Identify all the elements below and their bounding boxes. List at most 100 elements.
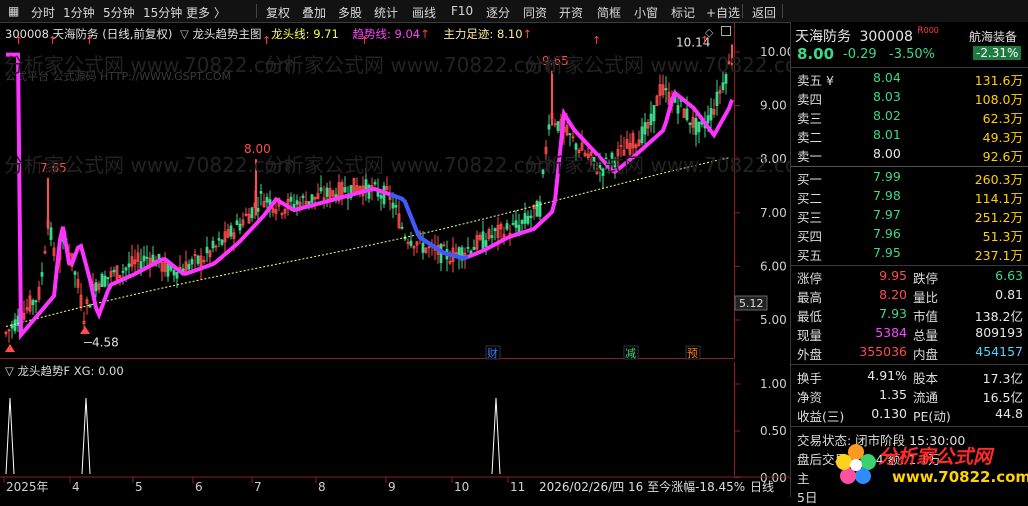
toolbar-item-7[interactable]: 多股 xyxy=(338,4,362,21)
stat-value: 8.20 xyxy=(879,287,907,302)
stat-label: 涨停 xyxy=(797,271,823,286)
candle-body xyxy=(664,88,668,91)
candle-body xyxy=(649,113,653,126)
candle-body xyxy=(145,256,149,259)
toolbar-item-10[interactable]: F10 xyxy=(451,4,473,18)
sell-row[interactable]: 卖五 ¥ 8.04 131.6万 xyxy=(791,70,1028,88)
candle-body xyxy=(394,205,398,208)
sub-indicator-label: ▽ 龙头趋势F XG: 0.00 xyxy=(5,363,124,379)
toolbar-item-11[interactable]: 逐分 xyxy=(486,4,510,21)
kline-chart[interactable]: 10.009.008.007.006.005.005.127.658.009.6… xyxy=(0,22,790,497)
grid-icon[interactable]: ▦ xyxy=(8,4,19,18)
stat-value: 4.91% xyxy=(867,368,907,383)
row-price: 7.98 xyxy=(873,188,901,203)
low-label: 4.58 xyxy=(92,336,119,350)
last-price: 8.00 xyxy=(797,45,835,63)
toolbar-item-13[interactable]: 开资 xyxy=(559,4,583,21)
candle-body xyxy=(127,263,131,268)
candle-body xyxy=(217,238,221,241)
buy-row[interactable]: 买四 7.96 51.3万 xyxy=(791,226,1028,244)
period-label[interactable]: 日线 xyxy=(750,478,774,495)
watermark-text: 分析家公式网 www.70822.com xyxy=(264,153,557,177)
candle-body xyxy=(694,117,698,135)
toolbar-item-14[interactable]: 简框 xyxy=(597,4,621,21)
toolbar-item-16[interactable]: 标记 xyxy=(671,4,695,21)
toolbar-item-9[interactable]: 画线 xyxy=(412,4,436,21)
candle-body xyxy=(190,259,194,265)
toolbar-item-4[interactable]: 更多 〉 xyxy=(186,4,226,21)
stat-row: 收益(三) 0.130 PE(动) 44.8 xyxy=(791,406,1028,424)
row-label: 买三 xyxy=(797,210,823,225)
candle-body xyxy=(172,270,176,276)
sell-row[interactable]: 卖一 8.00 92.6万 xyxy=(791,146,1028,164)
stat-label: 市值 xyxy=(913,309,939,324)
flag-icon: 000 xyxy=(923,26,939,35)
candle-body xyxy=(721,82,725,91)
footer-logo[interactable]: 分析家公式网 www.70822.com xyxy=(834,440,1028,490)
candle-body xyxy=(49,227,53,240)
candle-body xyxy=(166,263,170,277)
row-volume: 251.2万 xyxy=(974,210,1023,225)
toolbar-item-18[interactable]: 返回 xyxy=(752,4,776,21)
signal-arrow-icon: ↑ xyxy=(360,34,369,47)
signal-arrow-icon: ↑ xyxy=(48,34,57,47)
stat-label: 最高 xyxy=(797,290,823,305)
toolbar-item-1[interactable]: 1分钟 xyxy=(63,4,95,21)
candle-body xyxy=(13,319,17,332)
sector-badge[interactable]: 航海装备 xyxy=(969,28,1017,45)
stat-row: 外盘 355036 内盘 454157 xyxy=(791,344,1028,362)
buy-row[interactable]: 买三 7.97 251.2万 xyxy=(791,207,1028,225)
candle-body xyxy=(175,272,179,279)
candle-body xyxy=(205,246,209,254)
stat-value: 138.2亿 xyxy=(974,309,1023,324)
toolbar-item-17[interactable]: +自选 xyxy=(706,4,740,21)
price-tick-label: 6.00 xyxy=(760,259,787,273)
row-volume: 92.6万 xyxy=(982,149,1023,164)
row-price: 7.97 xyxy=(873,207,901,222)
row-label: 卖一 xyxy=(797,149,823,164)
toolbar-item-15[interactable]: 小窗 xyxy=(634,4,658,21)
candle-body xyxy=(568,133,572,136)
footer-cut-1: 主 xyxy=(797,471,810,486)
row-price: 8.03 xyxy=(873,89,901,104)
buy-row[interactable]: 买五 7.95 237.1万 xyxy=(791,245,1028,263)
toolbar-item-2[interactable]: 5分钟 xyxy=(103,4,135,21)
stat-label: 总量 xyxy=(913,328,939,343)
row-volume: 237.1万 xyxy=(974,248,1023,263)
buy-row[interactable]: 买二 7.98 114.1万 xyxy=(791,188,1028,206)
row-volume: 131.6万 xyxy=(974,73,1023,88)
candle-body xyxy=(514,220,518,228)
toolbar-item-12[interactable]: 同资 xyxy=(523,4,547,21)
stat-label: 外盘 xyxy=(797,347,823,362)
stat-value: 16.5亿 xyxy=(982,390,1023,405)
stat-value: 6.63 xyxy=(995,268,1023,283)
row-label: 买二 xyxy=(797,191,823,206)
collapse-icon[interactable]: ▽ xyxy=(5,364,18,378)
candle-body xyxy=(106,277,110,280)
stat-label: 换手 xyxy=(797,371,823,386)
toolbar-item-6[interactable]: 叠加 xyxy=(302,4,326,21)
stat-value: 1.35 xyxy=(879,387,907,402)
sell-row[interactable]: 卖四 8.03 108.0万 xyxy=(791,89,1028,107)
candle-body xyxy=(121,270,125,273)
candle-body xyxy=(238,223,242,231)
row-volume: 62.3万 xyxy=(982,111,1023,126)
candle-body xyxy=(319,187,323,192)
toolbar-item-3[interactable]: 15分钟 xyxy=(143,4,182,21)
candle-body xyxy=(535,200,539,217)
toolbar-item-8[interactable]: 统计 xyxy=(374,4,398,21)
event-marker: 减 xyxy=(625,347,636,360)
candle-body xyxy=(421,242,425,253)
candle-body xyxy=(229,225,233,237)
toolbar-item-5[interactable]: 复权 xyxy=(266,4,290,21)
candles-group xyxy=(4,53,731,343)
toolbar-item-0[interactable]: 分时 xyxy=(31,4,55,21)
sell-row[interactable]: 卖二 8.01 49.3万 xyxy=(791,127,1028,145)
candle-body xyxy=(685,108,689,121)
buy-row[interactable]: 买一 7.99 260.3万 xyxy=(791,169,1028,187)
watermark-text: 分析家公式网 www.70822.com xyxy=(4,153,297,177)
row-volume: 49.3万 xyxy=(982,130,1023,145)
row-price: 8.02 xyxy=(873,108,901,123)
row-volume: 51.3万 xyxy=(982,229,1023,244)
sell-row[interactable]: 卖三 8.02 62.3万 xyxy=(791,108,1028,126)
